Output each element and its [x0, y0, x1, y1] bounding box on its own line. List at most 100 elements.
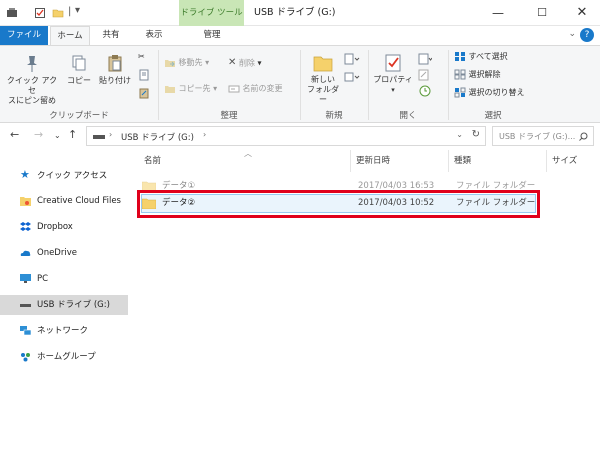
- sort-ascending-icon: ︿: [244, 149, 252, 158]
- nav-item-creative-cloud[interactable]: Creative Cloud Files: [0, 191, 128, 211]
- cut-icon[interactable]: ✂: [138, 50, 145, 64]
- search-placeholder: USB ドライブ (G:)...: [499, 132, 576, 141]
- new-folder-quick-icon[interactable]: [52, 7, 64, 19]
- new-item-icon[interactable]: [344, 52, 360, 66]
- copy-label: コピー: [67, 76, 91, 85]
- breadcrumb-chevron-icon[interactable]: ›: [203, 130, 206, 139]
- nav-item-label: ホームグループ: [37, 352, 96, 362]
- invert-selection-label: 選択の切り替え: [468, 88, 525, 97]
- move-to-button[interactable]: 移動先 ▾: [164, 56, 209, 70]
- search-icon[interactable]: [579, 132, 588, 141]
- column-header-size[interactable]: サイズ: [552, 154, 577, 166]
- group-new-label: 新規: [325, 111, 343, 121]
- delete-label: 削除: [238, 58, 255, 68]
- properties-quick-icon[interactable]: [34, 7, 46, 19]
- nav-item-homegroup[interactable]: ホームグループ: [0, 347, 128, 367]
- column-header-type[interactable]: 種類: [454, 154, 471, 166]
- window-title: USB ドライブ (G:): [254, 7, 336, 18]
- copy-button[interactable]: コピー: [64, 54, 94, 86]
- invert-selection-button[interactable]: 選択の切り替え: [454, 86, 525, 100]
- ribbon-tab-strip: ファイル ホーム 共有 表示 管理 ⌄ ?: [0, 26, 600, 45]
- tab-manage[interactable]: 管理: [188, 26, 236, 45]
- copy-to-button[interactable]: コピー先 ▾: [164, 82, 217, 96]
- back-icon[interactable]: ←: [10, 128, 19, 141]
- edit-icon[interactable]: [418, 68, 432, 82]
- select-none-button[interactable]: 選択解除: [454, 68, 501, 82]
- column-divider[interactable]: [350, 150, 351, 172]
- dropbox-icon: [20, 222, 31, 231]
- address-bar[interactable]: › USB ドライブ (G:) › ⌄ ↻: [86, 126, 486, 146]
- usb-drive-icon: [20, 304, 31, 307]
- forward-icon[interactable]: →: [34, 128, 43, 141]
- breadcrumb-chevron-icon[interactable]: ›: [109, 130, 112, 139]
- paste-label: 貼り付け: [99, 76, 131, 85]
- delete-button[interactable]: ✕ 削除 ▾: [228, 56, 262, 70]
- highlight-annotation-box: [137, 190, 540, 218]
- new-folder-button[interactable]: 新しい フォルダー: [304, 52, 342, 105]
- ribbon-expand-chevron-icon[interactable]: ⌄: [568, 29, 576, 39]
- column-header-modified[interactable]: 更新日時: [356, 154, 390, 166]
- usb-drive-icon: [93, 135, 105, 139]
- help-icon[interactable]: ?: [580, 28, 594, 42]
- address-path[interactable]: USB ドライブ (G:): [121, 131, 194, 143]
- pin-icon: [27, 56, 37, 72]
- minimize-icon[interactable]: —: [478, 0, 518, 26]
- pin-quick-access-button[interactable]: クイック アクセ スにピン留め: [4, 54, 60, 106]
- network-icon: [20, 326, 31, 336]
- nav-item-dropbox[interactable]: Dropbox: [0, 217, 128, 237]
- nav-item-label: OneDrive: [37, 248, 77, 258]
- quick-access-toolbar-divider: |: [68, 6, 72, 17]
- customize-quick-access-icon[interactable]: ▾: [75, 5, 80, 16]
- tab-home[interactable]: ホーム: [50, 26, 90, 45]
- nav-item-network[interactable]: ネットワーク: [0, 321, 128, 341]
- nav-item-label: Creative Cloud Files: [37, 196, 121, 206]
- nav-item-usb-drive[interactable]: USB ドライブ (G:): [0, 295, 128, 315]
- nav-item-pc[interactable]: PC: [0, 269, 128, 289]
- properties-label: プロパティ: [373, 75, 413, 84]
- select-all-label: すべて選択: [468, 52, 508, 61]
- copy-path-icon[interactable]: [138, 68, 150, 82]
- rename-button[interactable]: 名前の変更: [228, 82, 283, 96]
- properties-button[interactable]: プロパティ ▾: [372, 52, 414, 95]
- nav-item-label: ネットワーク: [37, 326, 89, 336]
- group-organize-label: 整理: [220, 111, 238, 121]
- tab-share[interactable]: 共有: [94, 26, 128, 45]
- maximize-icon[interactable]: ☐: [522, 0, 562, 26]
- select-none-label: 選択解除: [468, 70, 501, 79]
- copy-icon: [72, 55, 86, 71]
- select-all-button[interactable]: すべて選択: [454, 50, 508, 64]
- drive-tools-context-tab[interactable]: ドライブ ツール: [179, 0, 244, 26]
- recent-locations-icon[interactable]: ⌄: [54, 131, 61, 140]
- ribbon: クイック アクセ スにピン留め コピー 貼り付け ✂ クリップボード 移動先 ▾…: [0, 45, 600, 123]
- easy-access-icon[interactable]: [344, 70, 360, 84]
- tab-file[interactable]: ファイル: [0, 26, 48, 45]
- column-divider[interactable]: [448, 150, 449, 172]
- close-icon[interactable]: ✕: [562, 0, 600, 26]
- up-icon[interactable]: ↑: [68, 128, 77, 141]
- new-folder-icon: [313, 56, 333, 72]
- window-icon: [7, 8, 17, 17]
- paste-shortcut-icon[interactable]: [138, 86, 150, 100]
- nav-item-onedrive[interactable]: OneDrive: [0, 243, 128, 263]
- group-clipboard-label: クリップボード: [49, 111, 109, 121]
- nav-item-quick-access[interactable]: ★ クイック アクセス: [0, 166, 128, 186]
- navigation-pane: ★ クイック アクセス Creative Cloud Files Dropbox…: [0, 150, 130, 456]
- column-divider[interactable]: [546, 150, 547, 172]
- properties-dropdown-icon[interactable]: ▾: [372, 85, 414, 95]
- column-header-name[interactable]: 名前: [144, 154, 161, 166]
- properties-icon: [385, 54, 401, 72]
- history-icon[interactable]: [418, 84, 432, 98]
- onedrive-icon: [20, 250, 31, 256]
- address-dropdown-icon[interactable]: ⌄: [456, 130, 463, 139]
- search-box[interactable]: USB ドライブ (G:)...: [492, 126, 594, 146]
- tab-view[interactable]: 表示: [136, 26, 172, 45]
- move-to-label: 移動先: [178, 58, 203, 67]
- open-icon[interactable]: [418, 52, 432, 66]
- refresh-icon[interactable]: ↻: [472, 129, 480, 140]
- copy-to-icon: [165, 85, 175, 93]
- nav-item-label: USB ドライブ (G:): [37, 300, 110, 310]
- copy-to-label: コピー先: [178, 84, 211, 93]
- rename-label: 名前の変更: [242, 84, 283, 93]
- star-icon: ★: [20, 168, 30, 181]
- paste-button[interactable]: 貼り付け: [96, 54, 134, 86]
